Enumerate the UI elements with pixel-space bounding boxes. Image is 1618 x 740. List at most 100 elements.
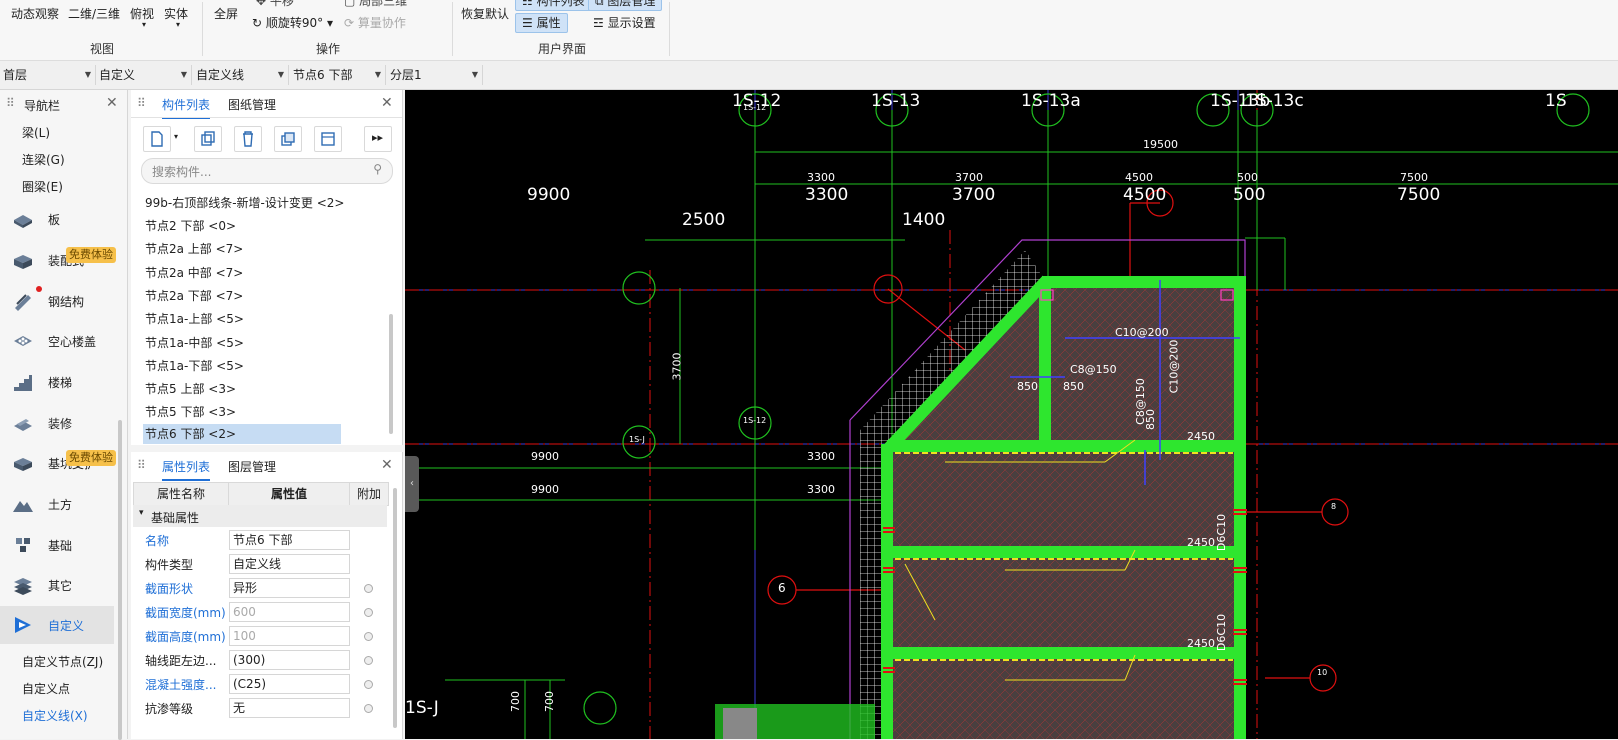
move-button[interactable]: ✥ 平移 [256, 0, 294, 9]
copy-button[interactable] [194, 126, 222, 152]
nav-item-hollow-floor[interactable]: 空心楼盖 [0, 322, 118, 360]
drag-handle-icon[interactable]: ⠿ [137, 96, 146, 110]
scrollbar[interactable] [393, 488, 397, 728]
component-item[interactable]: 节点2a 下部 <7> [145, 287, 243, 304]
navigation-panel: ⠿ 导航栏 ✕ 梁(L) 连梁(G) 圈梁(E) 板 装配式 免费体验 钢结构 … [0, 90, 128, 740]
selector-bar: 首层 ▼ 自定义 ▼ 自定义线 ▼ 节点6 下部 ▼ 分层1 ▼ [0, 61, 1618, 90]
component-item[interactable]: 节点2a 上部 <7> [145, 240, 243, 257]
property-value[interactable]: 自定义线 [229, 554, 350, 574]
component-item[interactable]: 节点1a-中部 <5> [145, 334, 244, 351]
more-button[interactable]: ▸▸ [364, 126, 392, 152]
decoration-icon [14, 419, 32, 431]
nav-item-label: 空心楼盖 [48, 335, 97, 349]
nav-subitem-custom-node[interactable]: 自定义节点(ZJ) [22, 653, 103, 670]
layer-manager-toggle[interactable]: ⧉ 图层管理 [588, 0, 663, 11]
component-item[interactable]: 节点1a-上部 <5> [145, 310, 244, 327]
component-item[interactable]: 99b-右顶部线条-新增-设计变更 <2> [145, 194, 344, 211]
nav-subitem-link-beam[interactable]: 连梁(G) [22, 151, 65, 168]
scrollbar[interactable] [118, 420, 122, 740]
component-item-selected[interactable]: 节点6 下部 <2> [143, 424, 341, 444]
property-value[interactable]: 节点6 下部 [229, 530, 350, 550]
layer-copy-button[interactable] [314, 126, 342, 152]
2d-3d-button[interactable]: 二维/三维 [68, 5, 120, 22]
fullscreen-button[interactable]: 全屏 [214, 5, 238, 22]
nav-subitem-custom-line[interactable]: 自定义线(X) [22, 707, 88, 724]
tab-property-list[interactable]: 属性列表 [162, 458, 211, 481]
settings-icon: ☲ [593, 16, 604, 30]
nav-item-pit[interactable]: 基坑支护 免费体验 [0, 444, 118, 482]
new-component-button[interactable] [143, 126, 171, 152]
section-row[interactable]: ▾ 基础属性 [133, 505, 387, 527]
nav-item-steel[interactable]: 钢结构 [0, 282, 118, 320]
nav-item-decoration[interactable]: 装修 [0, 404, 118, 442]
nav-item-stair[interactable]: 楼梯 [0, 363, 118, 401]
nav-item-other[interactable]: 其它 [0, 566, 118, 604]
collab-button[interactable]: ⟳ 算量协作 [344, 14, 406, 31]
attach-checkbox[interactable] [364, 680, 373, 689]
attach-checkbox[interactable] [364, 608, 373, 617]
nav-item-slab[interactable]: 板 [0, 200, 118, 238]
nav-subitem-custom-point[interactable]: 自定义点 [22, 680, 70, 697]
chevron-down-icon: ▼ [374, 70, 381, 79]
nav-subitem-beam[interactable]: 梁(L) [22, 124, 50, 141]
close-icon[interactable]: ✕ [381, 95, 393, 111]
property-value[interactable]: (C25) [229, 674, 350, 694]
nav-item-custom[interactable]: 自定义 [0, 606, 114, 644]
nav-subitem-ring-beam[interactable]: 圈梁(E) [22, 178, 63, 195]
duplicate-button[interactable] [274, 126, 302, 152]
nav-item-foundation[interactable]: 基础 [0, 526, 118, 564]
property-value[interactable]: 100 [229, 626, 350, 646]
slab-icon [14, 215, 32, 228]
partial-3d-button[interactable]: ▢ 局部三维 [344, 0, 407, 9]
delete-button[interactable] [234, 126, 262, 152]
property-name: 抗渗等级 [145, 702, 194, 716]
component-item[interactable]: 节点2a 中部 <7> [145, 264, 243, 281]
drag-handle-icon[interactable]: ⠿ [137, 458, 146, 472]
panel-collapse-handle[interactable]: ‹ [405, 456, 419, 512]
property-name: 轴线距左边... [145, 654, 217, 668]
chevron-down-icon[interactable]: ▾ [142, 20, 146, 29]
component-item[interactable]: 节点5 下部 <3> [145, 403, 236, 420]
property-name: 构件类型 [145, 558, 194, 572]
close-icon[interactable]: ✕ [381, 457, 393, 473]
property-value[interactable]: 异形 [229, 578, 350, 598]
attach-checkbox[interactable] [364, 584, 373, 593]
property-value[interactable]: (300) [229, 650, 350, 670]
chevron-down-icon[interactable]: ▾ [176, 20, 180, 29]
property-value[interactable]: 无 [229, 698, 350, 718]
nav-item-earthwork[interactable]: 土方 [0, 485, 118, 523]
layer-select[interactable]: 分层1 ▼ [387, 65, 483, 85]
component-list-toggle[interactable]: ☷ 构件列表 [515, 0, 592, 11]
component-item[interactable]: 节点5 上部 <3> [145, 380, 236, 397]
scrollbar[interactable] [389, 314, 393, 434]
component-item[interactable]: 节点2 下部 <0> [145, 217, 236, 234]
restore-default-button[interactable]: 恢复默认 [461, 5, 509, 22]
search-icon[interactable]: ⚲ [373, 162, 382, 176]
category-select[interactable]: 自定义 ▼ [96, 65, 192, 85]
tab-component-list[interactable]: 构件列表 [162, 96, 211, 119]
chevron-down-icon: ▼ [180, 70, 187, 79]
search-input[interactable]: 搜索构件... [152, 163, 211, 180]
attach-checkbox[interactable] [364, 704, 373, 713]
chevron-down-icon[interactable]: ▾ [174, 132, 178, 141]
trash-icon [243, 131, 253, 147]
nav-item-prefab[interactable]: 装配式 免费体验 [0, 241, 118, 279]
type-select[interactable]: 自定义线 ▼ [193, 65, 289, 85]
component-item[interactable]: 节点1a-下部 <5> [145, 357, 244, 374]
cad-drawing-canvas[interactable]: 1S-12 1S-13 1S-13a 1S-13b 1S-13c 1S 1S-J… [405, 90, 1618, 739]
collapse-icon[interactable]: ▾ [139, 508, 144, 518]
rotate-button[interactable]: ↻ 顺旋转90° ▾ [252, 14, 333, 31]
display-settings-button[interactable]: ☲ 显示设置 [593, 14, 656, 31]
tab-drawing-manager[interactable]: 图纸管理 [228, 96, 276, 113]
attach-checkbox[interactable] [364, 632, 373, 641]
close-icon[interactable]: ✕ [106, 95, 118, 111]
property-value[interactable]: 600 [229, 602, 350, 622]
attach-checkbox[interactable] [364, 656, 373, 665]
tab-layer-manager[interactable]: 图层管理 [228, 458, 276, 475]
orbit-button[interactable]: 动态观察 [11, 5, 59, 22]
search-box[interactable]: 搜索构件... ⚲ [141, 158, 393, 184]
drag-handle-icon[interactable]: ⠿ [6, 96, 15, 110]
floor-select[interactable]: 首层 ▼ [0, 65, 96, 85]
component-select[interactable]: 节点6 下部 ▼ [290, 65, 386, 85]
attribute-toggle[interactable]: ☰ 属性 [515, 13, 568, 33]
